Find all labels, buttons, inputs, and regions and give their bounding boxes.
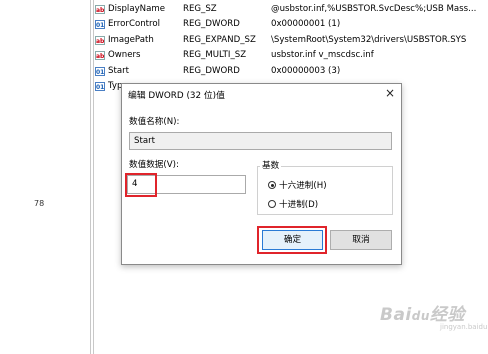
string-value-icon: ab — [95, 5, 105, 14]
registry-value-list: ab DisplayName REG_SZ @usbstor.inf,%USBSTOR… — [94, 4, 488, 94]
registry-value-type: REG_DWORD — [183, 65, 240, 76]
value-name-field[interactable]: Start — [129, 132, 392, 150]
registry-row[interactable]: ab ImagePath REG_EXPAND_SZ \SystemRoot\Syst… — [94, 33, 488, 48]
radio-decimal-label: 十进制(D) — [279, 200, 319, 210]
binary-value-icon: 01 — [95, 81, 105, 91]
base-label: 基数 — [260, 159, 282, 171]
registry-value-data: 0x00000001 (1) — [271, 19, 341, 30]
value-name-label: 数值名称(N): — [129, 117, 180, 127]
registry-value-type: REG_SZ — [183, 4, 217, 14]
radio-decimal[interactable]: 十进制(D) — [268, 198, 318, 210]
registry-value-data: @usbstor.inf,%USBSTOR.SvcDesc%;USB Mass.… — [271, 4, 477, 14]
registry-value-name: Owners — [108, 50, 141, 61]
registry-value-data: usbstor.inf v_mscdsc.inf — [271, 50, 374, 61]
string-value-icon: ab — [95, 51, 105, 61]
binary-value-icon: 01 — [95, 66, 105, 76]
registry-value-data: \SystemRoot\System32\drivers\USBSTOR.SYS — [271, 34, 467, 45]
registry-value-type: REG_EXPAND_SZ — [183, 34, 256, 45]
registry-row[interactable]: ab Owners REG_MULTI_SZ usbstor.inf v_mscdsc… — [94, 48, 488, 63]
edit-dword-dialog: 编辑 DWORD (32 位)值 × 数值名称(N): Start 数值数据(V… — [121, 83, 402, 265]
radio-unselected-icon — [268, 200, 276, 208]
radio-selected-icon — [268, 181, 276, 189]
highlight-box-value — [125, 173, 157, 197]
registry-value-name: DisplayName — [108, 4, 166, 14]
watermark-url: jingyan.baidu.com — [440, 323, 488, 331]
highlight-box-ok — [257, 226, 327, 254]
registry-value-data: 0x00000003 (3) — [271, 65, 341, 76]
cancel-button[interactable]: 取消 — [330, 230, 392, 250]
registry-value-name: ImagePath — [108, 34, 154, 45]
string-value-icon: ab — [95, 35, 105, 45]
registry-row[interactable]: 01 Start REG_DWORD 0x00000003 (3) — [94, 64, 488, 79]
radio-hex[interactable]: 十六进制(H) — [268, 179, 327, 191]
close-icon[interactable]: × — [385, 84, 395, 102]
watermark-logo: Baidu经验 — [380, 305, 465, 325]
dialog-title: 编辑 DWORD (32 位)值 — [128, 91, 225, 101]
registry-value-type: REG_MULTI_SZ — [183, 50, 247, 61]
registry-value-type: REG_DWORD — [183, 19, 240, 30]
registry-row[interactable]: 01 ErrorControl REG_DWORD 0x00000001 (1) — [94, 17, 488, 32]
binary-value-icon: 01 — [95, 20, 105, 30]
value-data-label: 数值数据(V): — [129, 160, 179, 170]
registry-row[interactable]: ab DisplayName REG_SZ @usbstor.inf,%USBSTOR… — [94, 2, 488, 17]
radio-hex-label: 十六进制(H) — [279, 181, 327, 191]
registry-value-name: ErrorControl — [108, 19, 161, 30]
divider-line — [90, 0, 91, 354]
side-number: 78 — [34, 199, 45, 208]
registry-value-name: Start — [108, 65, 129, 76]
